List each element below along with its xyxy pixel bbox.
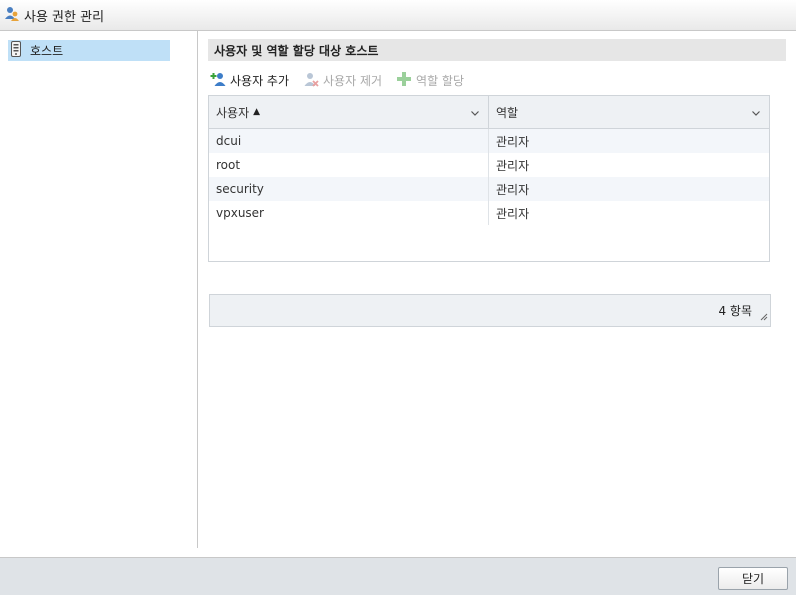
toolbar: 사용자 추가 사용자 제거 역할 할당 [210,69,478,91]
dialog-footer: 닫기 [0,557,796,595]
cell-role: 관리자 [496,158,530,173]
sidebar-item-host[interactable]: 호스트 [8,40,170,61]
cell-user: dcui [209,129,489,153]
remove-user-button[interactable]: 사용자 제거 [303,71,382,90]
table-row[interactable]: dcui 관리자 [209,129,769,153]
column-label-role: 역할 [496,105,519,120]
table-footer: 4 항목 [209,294,771,327]
cell-role: 관리자 [496,206,530,221]
column-label-user: 사용자 [216,105,250,120]
resize-grip-icon[interactable] [760,310,768,324]
table-body: dcui 관리자 root 관리자 security 관리자 vpxuser 관… [209,129,769,225]
cell-user: root [209,153,489,177]
table-row[interactable]: security 관리자 [209,177,769,201]
item-count: 4 항목 [718,304,752,318]
column-header-user[interactable]: 사용자 ▲ [209,96,489,128]
assign-role-label: 역할 할당 [416,73,465,88]
remove-user-icon [303,71,319,90]
sidebar: 호스트 [0,31,198,548]
cell-user: vpxuser [209,201,489,225]
chevron-down-icon[interactable] [470,107,480,121]
plus-icon [396,71,412,90]
table-header: 사용자 ▲ 역할 [209,96,769,129]
host-device-icon [10,41,22,60]
cell-user: security [209,177,489,201]
cell-role: 관리자 [496,134,530,149]
table-row[interactable]: vpxuser 관리자 [209,201,769,225]
table-row[interactable]: root 관리자 [209,153,769,177]
assign-role-button[interactable]: 역할 할당 [396,71,464,90]
column-header-role[interactable]: 역할 [489,96,769,128]
users-roles-table: 사용자 ▲ 역할 dcui 관리자 root 관리자 security 관리자 … [208,95,771,327]
add-user-button[interactable]: 사용자 추가 [210,71,289,90]
chevron-down-icon[interactable] [751,107,761,121]
window-titlebar: 사용 권한 관리 [0,0,796,31]
users-permission-icon [4,6,20,25]
main-panel: 사용자 및 역할 할당 대상 호스트 사용자 추가 사용자 제거 역할 할당 사… [208,31,786,548]
sort-ascending-icon: ▲ [253,107,261,117]
window-title: 사용 권한 관리 [24,9,105,25]
remove-user-label: 사용자 제거 [323,73,383,88]
add-user-icon [210,71,226,90]
close-button[interactable]: 닫기 [718,567,788,590]
cell-role: 관리자 [496,182,530,197]
sidebar-item-label: 호스트 [30,44,64,58]
section-title: 사용자 및 역할 할당 대상 호스트 [208,39,786,61]
add-user-label: 사용자 추가 [230,73,290,88]
